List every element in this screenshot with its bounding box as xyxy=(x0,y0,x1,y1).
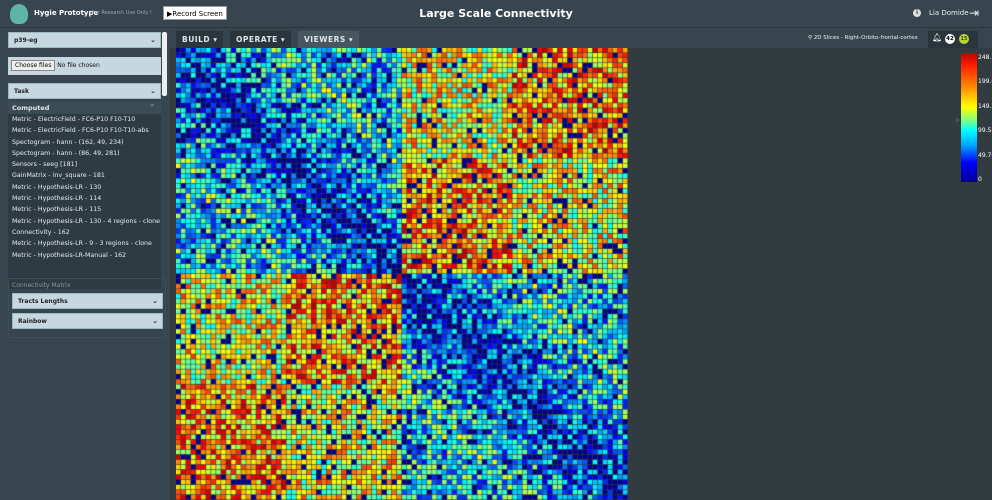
logout-icon[interactable]: ⇥ xyxy=(969,6,979,20)
pin-icon: ⚲ xyxy=(808,35,813,41)
chevron-down-icon: ⌄ xyxy=(150,87,156,95)
computed-list: Computed ^ Metric - ElectricField - FC6-P… xyxy=(8,101,161,289)
list-item[interactable]: Metric - Hypothesis-LR-Manual - 162 xyxy=(8,250,161,261)
colorbar-label: 99.52 xyxy=(978,127,992,135)
brand-name: Hygie Prototype xyxy=(34,9,99,17)
cm-label: Connectivity Matrix xyxy=(12,282,71,289)
header: Hygie Prototype For Research Use Only ! … xyxy=(0,0,992,28)
build-menu[interactable]: BUILD ▾ xyxy=(176,31,224,48)
user-name[interactable]: Lia Domide xyxy=(929,9,969,17)
chevron-down-icon: ⌄ xyxy=(152,297,158,305)
list-item[interactable]: Spectogram - hann - (86, 49, 281) xyxy=(8,148,161,159)
project-value: p39-eg xyxy=(14,37,38,44)
connectivity-matrix-panel: Connectivity Matrix Tracts Lengths ⌄ Rain… xyxy=(8,278,166,338)
colorbar-label: 0 xyxy=(978,176,982,183)
info-icon[interactable]: i xyxy=(913,9,921,17)
colorbar-label: 49.76 xyxy=(978,151,992,159)
viewers-menu[interactable]: VIEWERS ▾ xyxy=(298,31,360,48)
list-item[interactable]: Metric - Hypothesis-LR - 114 xyxy=(8,193,161,204)
list-item[interactable]: Metric - Hypothesis-LR - 115 xyxy=(8,204,161,215)
sidebar-scrollbar[interactable] xyxy=(162,32,167,96)
location-label: ⚲ 2D Slices - Right-Orbito-frontal-corte… xyxy=(808,35,918,41)
list-item[interactable]: Metric - ElectricField - FC6-P10 F10-T10… xyxy=(8,125,161,136)
computed-header[interactable]: Computed ^ xyxy=(8,101,161,114)
colormap-value: Rainbow xyxy=(18,318,47,325)
list-item[interactable]: GainMatrix - inv_square - 181 xyxy=(8,170,161,181)
task-value: Task xyxy=(14,88,29,95)
sidebar: p39-eg ⌄ Choose files No file chosen Task… xyxy=(0,28,170,500)
colorbar-label: 149.27 xyxy=(978,102,992,110)
list-item[interactable]: Metric - ElectricField - FC6-P10 F10-T10 xyxy=(8,114,161,125)
no-file-label: No file chosen xyxy=(57,62,100,69)
chevron-right-icon[interactable]: > xyxy=(955,117,960,124)
notifications: 🔔︎ 42 15 xyxy=(928,31,978,48)
colorbar-label: 199.03 xyxy=(978,78,992,86)
list-item[interactable]: Spectogram - hann - (162, 49, 234) xyxy=(8,137,161,148)
subtitle: For Research Use Only ! xyxy=(92,10,152,16)
connectivity-matrix[interactable] xyxy=(176,48,628,500)
toolbar: BUILD ▾ OPERATE ▾ VIEWERS ▾ ⚲ 2D Slices … xyxy=(170,28,992,48)
bell-icon[interactable]: 🔔︎ xyxy=(932,33,942,42)
list-item[interactable]: Sensors - seeg [181] xyxy=(8,159,161,170)
list-item[interactable]: Metric - Hypothesis-LR - 130 - 4 regions… xyxy=(8,216,161,227)
matrix-type-select[interactable]: Tracts Lengths ⌄ xyxy=(12,293,163,309)
choose-files-button[interactable]: Choose files xyxy=(11,60,56,71)
chevron-up-icon: ^ xyxy=(149,103,155,111)
badge-count[interactable]: 42 xyxy=(945,34,955,44)
list-item[interactable]: Metric - Hypothesis-LR - 130 xyxy=(8,182,161,193)
computed-label: Computed xyxy=(12,104,50,112)
colorbar-label: 248.79 xyxy=(978,54,992,61)
colorbar xyxy=(961,53,977,182)
chevron-down-icon: ⌄ xyxy=(152,317,158,325)
record-screen-button[interactable]: ▶Record Screen xyxy=(163,6,227,20)
logo-icon xyxy=(10,4,28,24)
task-select[interactable]: Task ⌄ xyxy=(8,83,161,99)
operate-menu[interactable]: OPERATE ▾ xyxy=(230,31,292,48)
project-select[interactable]: p39-eg ⌄ xyxy=(8,32,161,48)
chevron-down-icon: ⌄ xyxy=(150,36,156,44)
list-item[interactable]: Metric - Hypothesis-LR - 9 - 3 regions -… xyxy=(8,238,161,249)
list-item[interactable]: Connectivity - 162 xyxy=(8,227,161,238)
location-text: 2D Slices - Right-Orbito-frontal-cortex xyxy=(813,35,918,41)
file-input[interactable]: Choose files No file chosen xyxy=(8,57,161,75)
colormap-select[interactable]: Rainbow ⌄ xyxy=(12,313,163,329)
matrix-type-value: Tracts Lengths xyxy=(18,298,68,305)
badge-count-green[interactable]: 15 xyxy=(959,34,969,44)
record-label: Record Screen xyxy=(172,10,223,18)
